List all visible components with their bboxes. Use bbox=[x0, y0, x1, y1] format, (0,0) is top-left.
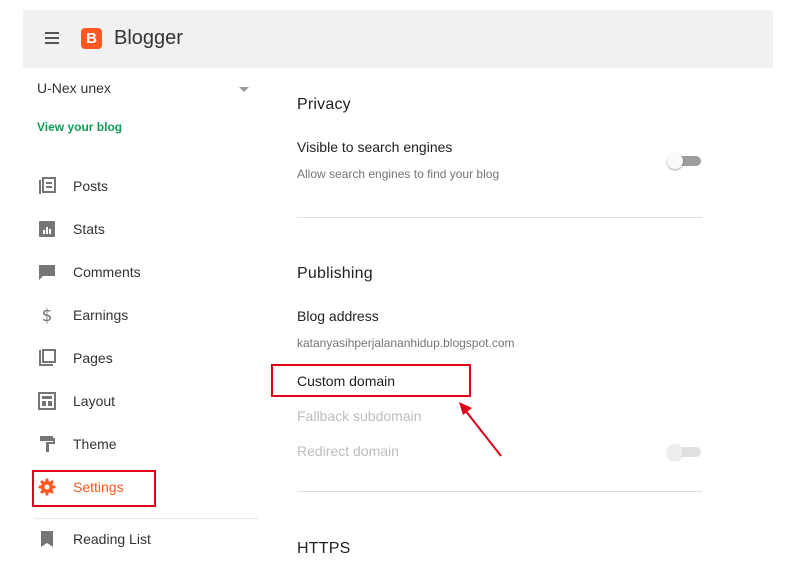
blog-address-label[interactable]: Blog address bbox=[297, 308, 379, 324]
sidebar-item-label: Reading List bbox=[73, 531, 151, 547]
sidebar-item-theme[interactable]: Theme bbox=[30, 423, 258, 466]
sidebar-item-label: Settings bbox=[73, 479, 124, 495]
chevron-down-icon bbox=[239, 87, 249, 92]
custom-domain-link[interactable]: Custom domain bbox=[297, 373, 395, 389]
toggle-thumb bbox=[667, 153, 683, 169]
blog-name: U-Nex unex bbox=[37, 80, 111, 96]
sidebar-item-layout[interactable]: Layout bbox=[30, 380, 258, 423]
sidebar-item-posts[interactable]: Posts bbox=[30, 165, 258, 208]
layout-icon bbox=[38, 392, 56, 410]
sidebar-item-settings[interactable]: Settings bbox=[30, 466, 258, 509]
publishing-section-title: Publishing bbox=[297, 265, 373, 282]
sidebar-item-label: Earnings bbox=[73, 307, 129, 323]
dollar-icon: $ bbox=[42, 306, 53, 324]
sidebar-item-label: Layout bbox=[73, 393, 116, 409]
sidebar-item-stats[interactable]: Stats bbox=[30, 208, 258, 251]
search-engines-description: Allow search engines to find your blog bbox=[297, 167, 500, 181]
sidebar-item-label: Stats bbox=[73, 221, 105, 237]
paint-roller-icon bbox=[40, 436, 55, 452]
privacy-section-title: Privacy bbox=[297, 96, 351, 113]
sidebar-item-label: Posts bbox=[73, 178, 109, 194]
sidebar-nav: Posts Stats Comments $ Earnings Pages La… bbox=[30, 165, 258, 561]
sidebar-item-reading-list[interactable]: Reading List bbox=[30, 518, 258, 561]
pages-icon bbox=[39, 349, 56, 366]
sidebar-item-label: Comments bbox=[73, 264, 141, 280]
hamburger-menu-icon[interactable] bbox=[45, 32, 59, 44]
top-app-bar: B Blogger bbox=[23, 10, 773, 68]
search-engines-toggle[interactable] bbox=[667, 153, 701, 169]
blog-address-value: katanyasihperjalananhidup.blogspot.com bbox=[297, 336, 515, 350]
sidebar-item-comments[interactable]: Comments bbox=[30, 251, 258, 294]
toggle-thumb bbox=[667, 444, 683, 460]
blogger-logo-icon[interactable]: B bbox=[81, 28, 102, 49]
red-arrow-icon bbox=[459, 402, 502, 457]
section-divider bbox=[297, 491, 702, 492]
sidebar-item-label: Pages bbox=[73, 350, 113, 366]
fallback-subdomain-label: Fallback subdomain bbox=[297, 408, 422, 424]
stats-icon bbox=[39, 221, 55, 237]
comments-icon bbox=[39, 265, 55, 280]
section-divider bbox=[297, 217, 702, 218]
bookmark-icon bbox=[41, 531, 53, 547]
search-engines-label[interactable]: Visible to search engines bbox=[297, 139, 452, 155]
sidebar-item-pages[interactable]: Pages bbox=[30, 337, 258, 380]
app-title[interactable]: Blogger bbox=[114, 27, 183, 50]
svg-text:$: $ bbox=[42, 306, 53, 324]
posts-icon bbox=[39, 177, 56, 194]
https-section-title: HTTPS bbox=[297, 540, 351, 557]
gear-icon bbox=[38, 478, 56, 496]
blog-selector[interactable]: U-Nex unex bbox=[37, 80, 249, 100]
sidebar-item-earnings[interactable]: $ Earnings bbox=[30, 294, 258, 337]
redirect-domain-toggle bbox=[667, 444, 701, 460]
view-blog-link[interactable]: View your blog bbox=[37, 120, 122, 134]
sidebar-item-label: Theme bbox=[73, 436, 117, 452]
redirect-domain-label: Redirect domain bbox=[297, 443, 399, 459]
